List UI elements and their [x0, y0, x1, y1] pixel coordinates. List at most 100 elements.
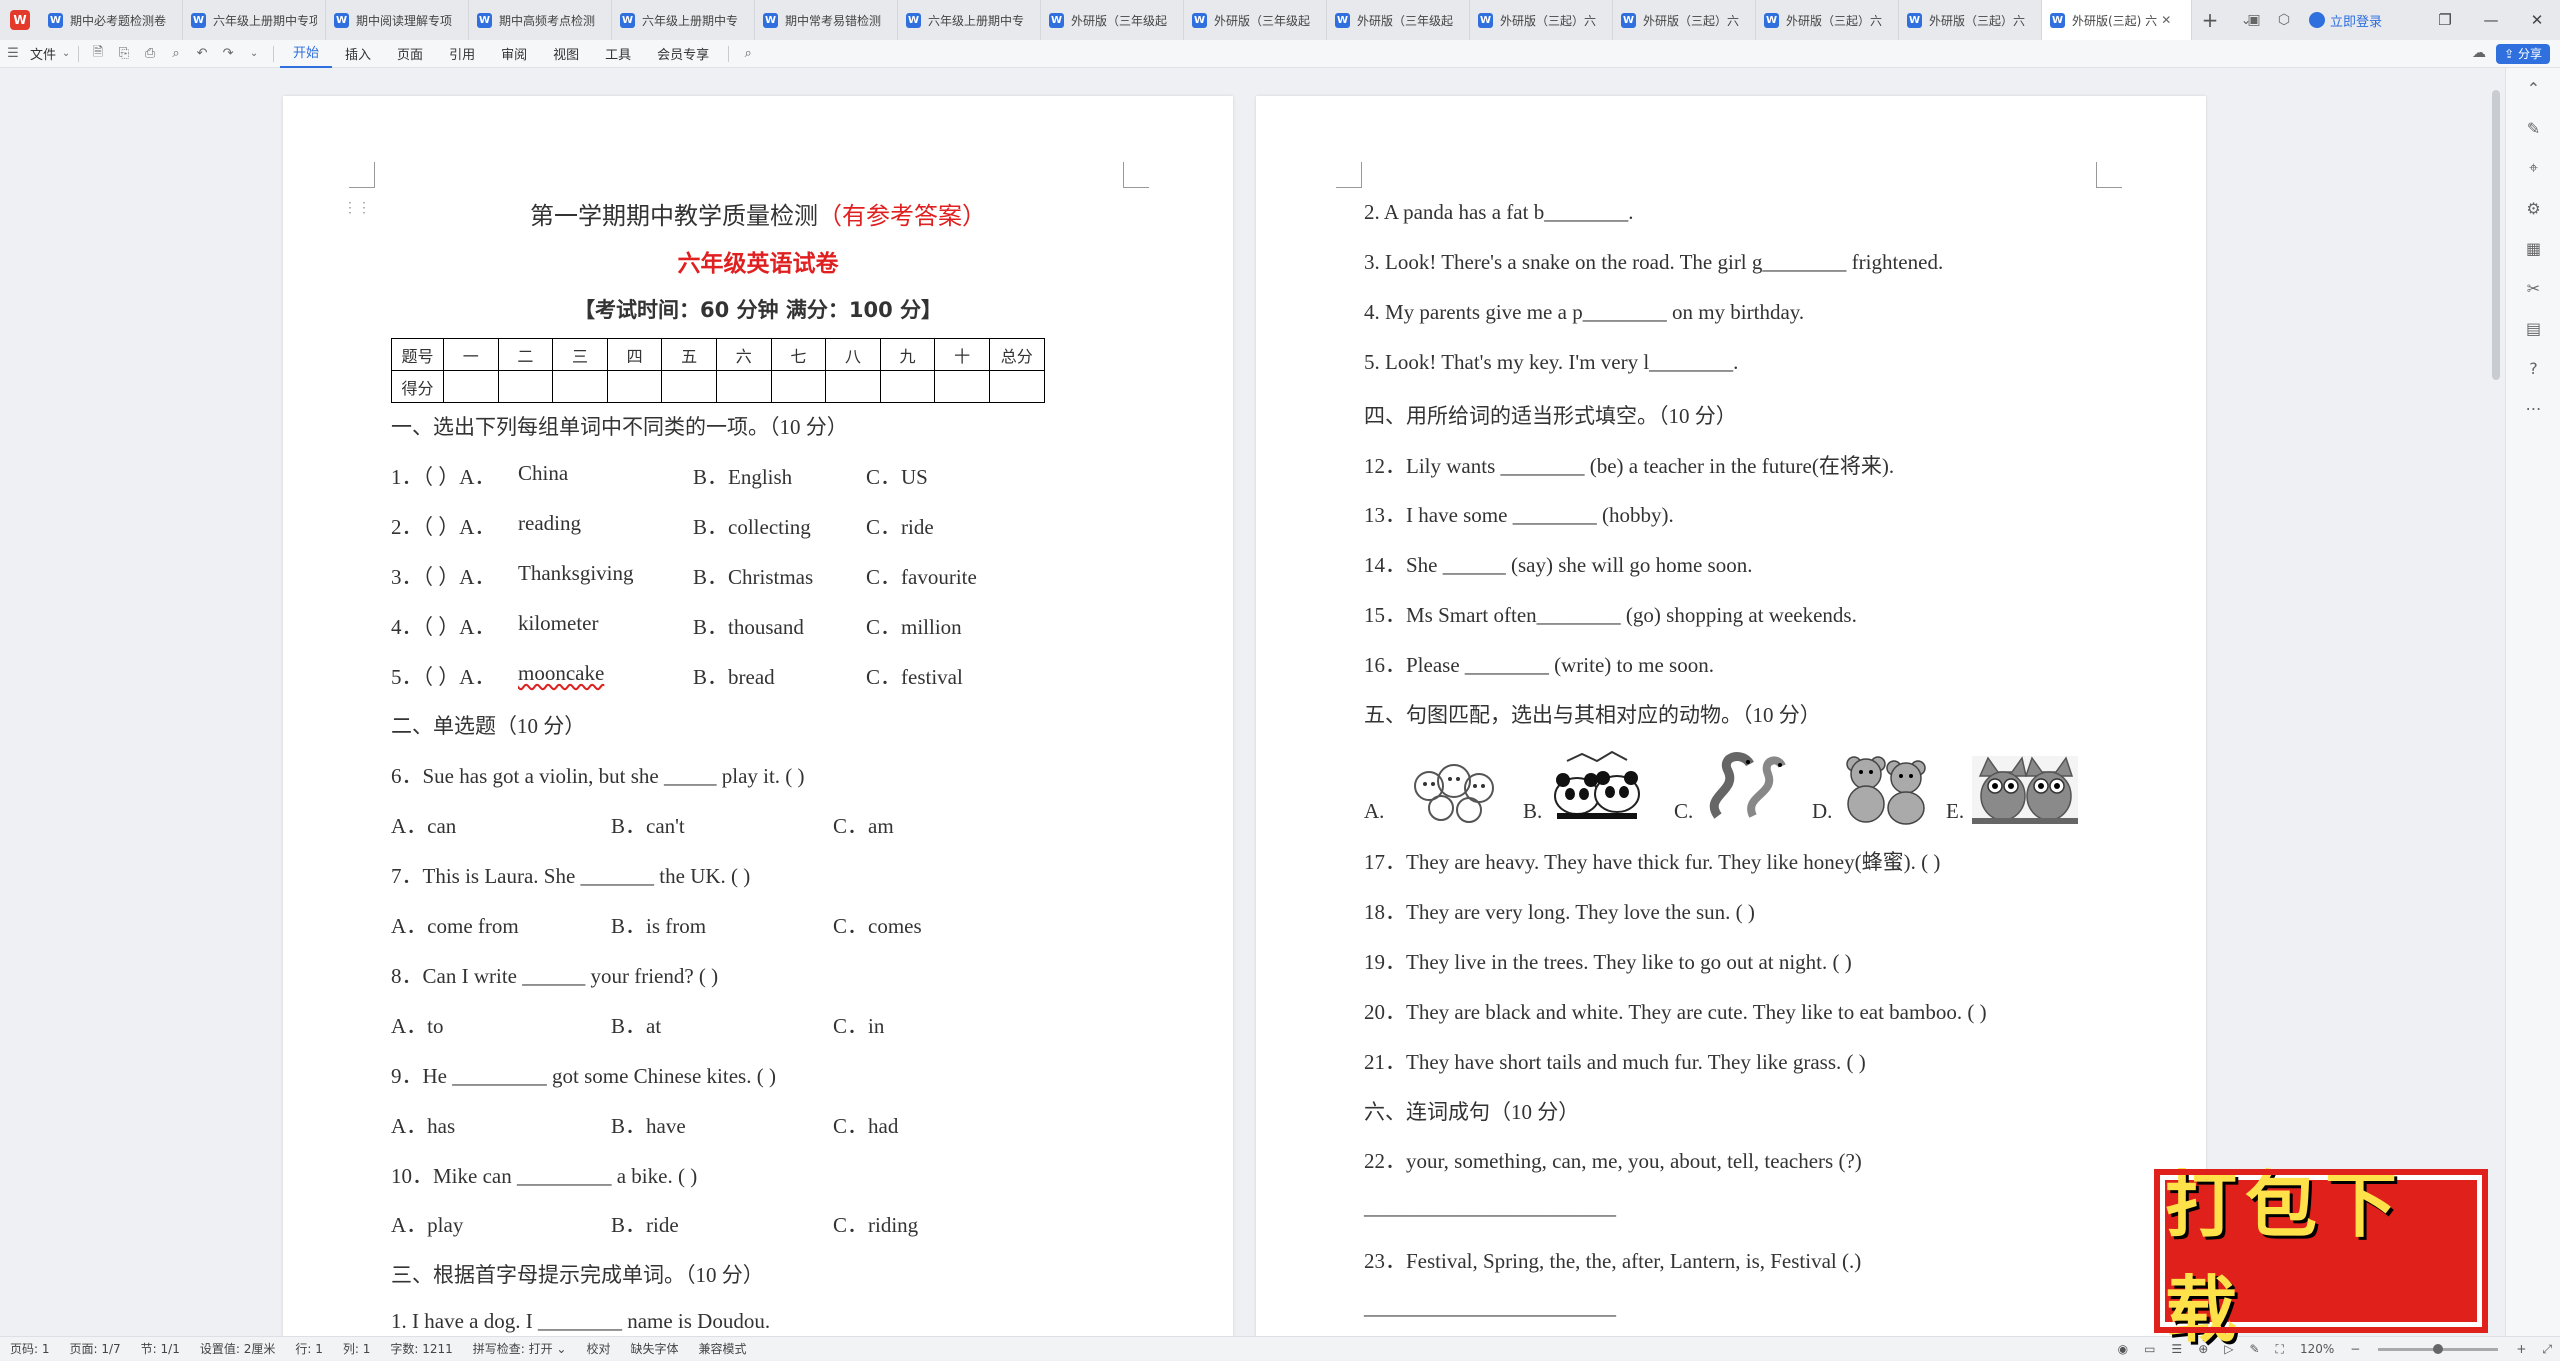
- right-tool-panel: ⌃ ✎ ⌖ ⚙ ▦ ✂ ▤ ? ⋯: [2505, 68, 2560, 1336]
- option-b: B．collecting: [693, 514, 811, 539]
- score-table-cell: 八: [825, 338, 881, 371]
- word-doc-icon: W: [1764, 12, 1779, 28]
- option-c: C．had: [833, 1113, 899, 1138]
- document-tab[interactable]: W 外研版（三起）六: [1899, 0, 2042, 40]
- page-view-icon[interactable]: ▭: [2136, 1342, 2163, 1356]
- score-table-cell: [606, 370, 663, 403]
- score-table-cell: 得分: [391, 370, 444, 403]
- search-icon[interactable]: ⌕: [735, 46, 761, 61]
- tab-insert[interactable]: 插入: [332, 44, 384, 63]
- document-tab[interactable]: W 六年级上册期中专: [898, 0, 1041, 40]
- menu-icon[interactable]: ☰: [0, 46, 26, 61]
- chevron-down-icon[interactable]: ⌄: [60, 48, 72, 59]
- question-number: 2．（ ）A．: [391, 514, 496, 539]
- status-item[interactable]: 兼容模式: [689, 1340, 757, 1357]
- document-tab[interactable]: W 外研版（三年级起: [1184, 0, 1327, 40]
- tab-member[interactable]: 会员专享: [644, 44, 722, 63]
- more-icon[interactable]: ⋯: [2506, 388, 2560, 428]
- exam-line: 六、连词成句（10 分）: [1364, 1099, 1580, 1124]
- login-button[interactable]: 立即登录: [2308, 11, 2382, 30]
- more-chevron-icon[interactable]: ⌄: [241, 48, 267, 59]
- vertical-scrollbar[interactable]: [2492, 90, 2500, 380]
- document-tab[interactable]: W 期中常考易错检测: [755, 0, 898, 40]
- word-doc-icon: W: [1049, 12, 1064, 28]
- tab-page[interactable]: 页面: [384, 44, 436, 63]
- score-table-cell: 二: [497, 338, 554, 371]
- fullscreen-icon[interactable]: ⤢: [2534, 1342, 2560, 1357]
- undo-icon[interactable]: ↶: [189, 46, 215, 61]
- print-preview-icon[interactable]: ⌕: [163, 46, 189, 61]
- tools-icon[interactable]: ✂: [2506, 268, 2560, 308]
- status-item[interactable]: 校对: [576, 1340, 620, 1357]
- score-table: 题号一二三四五六七八九十总分 得分: [391, 338, 1045, 403]
- document-tab[interactable]: W 外研版（三起）六: [1613, 0, 1756, 40]
- exam-line: 8．Can I write ______ your friend? ( ): [391, 963, 719, 988]
- option-a: mooncake: [518, 660, 605, 685]
- print-icon[interactable]: ⎙: [137, 46, 163, 61]
- restore-window-icon[interactable]: ❐: [2422, 11, 2468, 29]
- status-item[interactable]: 拼写检查: 打开 ⌄: [463, 1340, 577, 1357]
- document-tab[interactable]: W 六年级上册期中专: [612, 0, 755, 40]
- option-c: C．million: [866, 614, 962, 639]
- option-a: Thanksgiving: [518, 560, 634, 585]
- option-a: reading: [518, 510, 581, 535]
- document-tab[interactable]: W 六年级上册期中专项: [183, 0, 326, 40]
- redo-icon[interactable]: ↷: [215, 46, 241, 61]
- wps-logo[interactable]: W: [0, 0, 40, 40]
- option-a: China: [518, 460, 569, 485]
- new-tab-button[interactable]: +: [2192, 8, 2228, 32]
- exam-line: 1. I have a dog. I ________ name is Doud…: [391, 1309, 771, 1334]
- document-tab[interactable]: W 期中阅读理解专项: [326, 0, 469, 40]
- status-item: 设置值: 2厘米: [199, 1342, 276, 1356]
- file-menu[interactable]: 文件: [26, 44, 60, 63]
- collapse-icon[interactable]: ⌃: [2506, 68, 2560, 108]
- tab-tools[interactable]: 工具: [592, 44, 644, 63]
- image-edit-icon[interactable]: ▦: [2506, 228, 2560, 268]
- share-button[interactable]: ⇪ 分享: [2496, 44, 2550, 64]
- save-icon[interactable]: 🗎: [85, 43, 111, 65]
- close-window-icon[interactable]: ✕: [2514, 11, 2560, 29]
- document-tab[interactable]: W 外研版（三年级起: [1041, 0, 1184, 40]
- help-icon[interactable]: ?: [2506, 348, 2560, 388]
- score-table-cell: 题号: [391, 338, 444, 371]
- exam-line: 五、句图匹配，选出与其相对应的动物。（10 分）: [1364, 703, 1821, 727]
- document-tab[interactable]: W 外研版(三起) 六 ✕: [2042, 0, 2192, 40]
- download-banner[interactable]: 打包下载: [2154, 1162, 2488, 1352]
- book-icon[interactable]: ▤: [2506, 308, 2560, 348]
- score-table-cell: 四: [606, 338, 663, 371]
- export-pdf-icon[interactable]: ⎘: [111, 46, 137, 61]
- tab-label: 期中必考题检测卷: [70, 13, 167, 28]
- status-item[interactable]: 缺失字体: [621, 1340, 689, 1357]
- document-tab[interactable]: W 期中必考题检测卷: [40, 0, 183, 40]
- question-number: 1．（ ）A．: [391, 464, 496, 489]
- document-tab[interactable]: W 外研版（三起）六: [1470, 0, 1613, 40]
- word-doc-icon: W: [191, 12, 206, 28]
- divider: [728, 45, 730, 62]
- document-tab[interactable]: W 外研版（三起）六: [1756, 0, 1899, 40]
- tab-review[interactable]: 审阅: [488, 44, 540, 63]
- exam-info: 【考试时间：60 分钟 满分：100 分】: [574, 298, 942, 322]
- select-icon[interactable]: ⌖: [2506, 148, 2560, 188]
- banner-label: 打包下载: [2165, 1162, 2406, 1352]
- status-items: 页码: 1 页面: 1/7 节: 1/1 设置值: 2厘米 行: 1 列: 1 字数: 12…: [0, 1340, 757, 1357]
- close-tab-icon[interactable]: ✕: [2161, 13, 2171, 27]
- document-page-1[interactable]: ⋮⋮ 第一学期期中教学质量检测（有参考答案） 六年级英语试卷 【考试时间：60 …: [283, 96, 1233, 1340]
- tab-label: 外研版（三年级起: [1357, 13, 1454, 28]
- zoom-in-button[interactable]: +: [2508, 1342, 2534, 1356]
- exam-line: 6．Sue has got a violin, but she _____ pl…: [391, 764, 805, 789]
- tab-home[interactable]: 开始: [280, 40, 333, 68]
- tab-view[interactable]: 视图: [540, 44, 592, 63]
- cube-icon[interactable]: ⬡: [2269, 12, 2299, 28]
- document-tab[interactable]: W 期中高频考点检测: [469, 0, 612, 40]
- login-label: 立即登录: [2329, 14, 2382, 30]
- cloud-icon[interactable]: ☁: [2472, 45, 2486, 61]
- exam-line: 三、根据首字母提示完成单词。（10 分）: [391, 1263, 764, 1288]
- eye-icon[interactable]: ◉: [2110, 1342, 2136, 1356]
- pen-icon[interactable]: ✎: [2506, 108, 2560, 148]
- sliders-icon[interactable]: ⚙: [2506, 188, 2560, 228]
- document-page-2[interactable]: 2. A panda has a fat b________. 3. Look! …: [1256, 96, 2206, 1340]
- document-tab[interactable]: W 外研版（三年级起: [1327, 0, 1470, 40]
- sidebar-toggle-icon[interactable]: ▣: [2239, 12, 2269, 28]
- tab-references[interactable]: 引用: [436, 44, 488, 63]
- minimize-window-icon[interactable]: —: [2468, 11, 2514, 29]
